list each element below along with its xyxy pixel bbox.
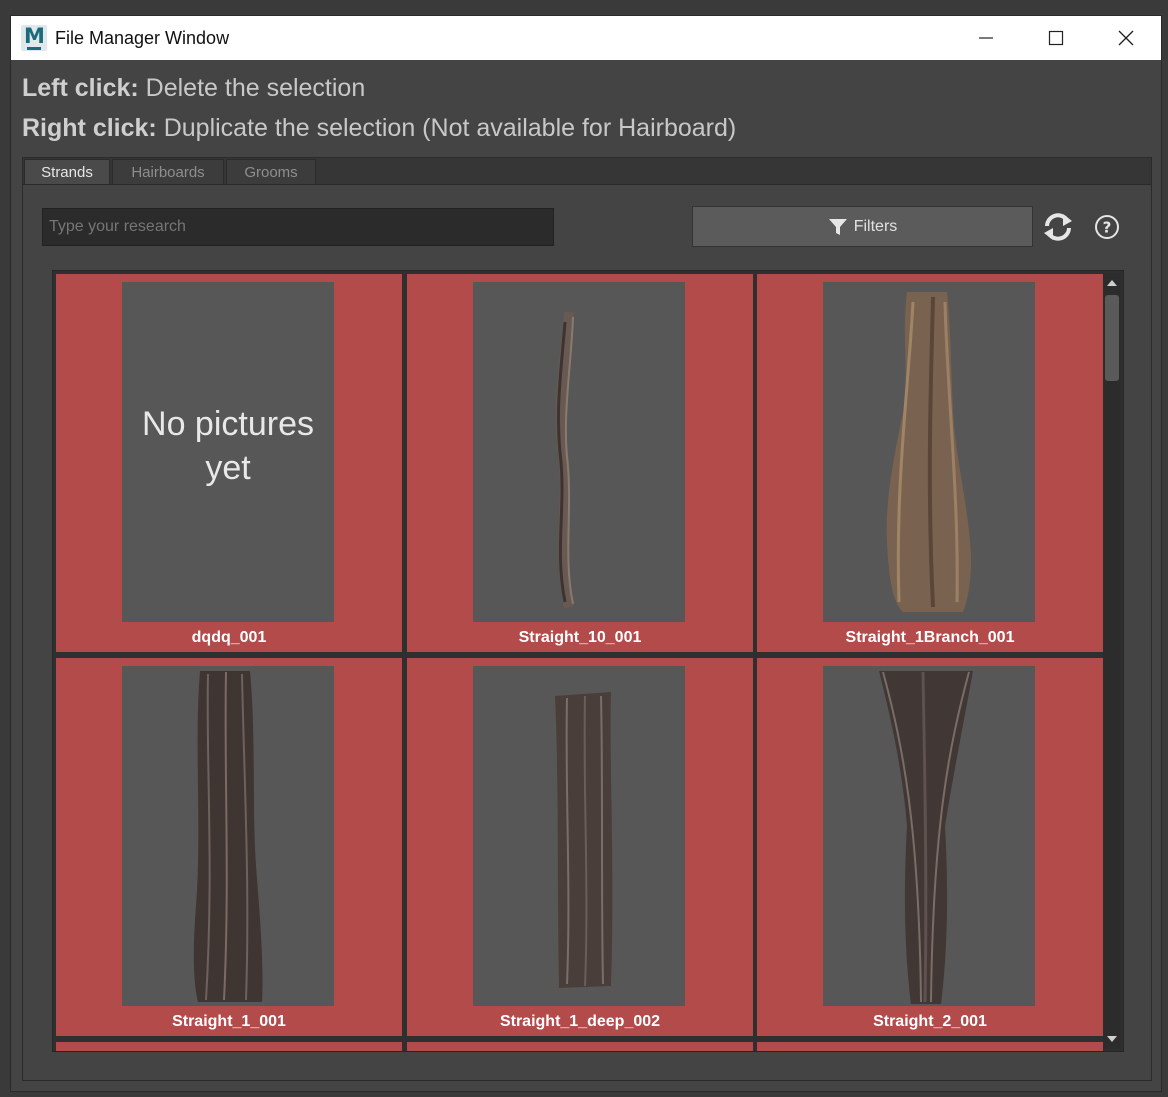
strand-grid: No pictures yet dqdq_001 Straight_10_001 [52, 270, 1124, 1052]
right-click-label: Right click: [22, 114, 157, 142]
strand-card-straight-1[interactable]: Straight_1_001 [56, 658, 402, 1036]
title-bar[interactable]: M File Manager Window [11, 16, 1161, 60]
right-click-text: Duplicate the selection (Not available f… [163, 114, 737, 142]
hair-strand-image [879, 671, 973, 1004]
funnel-icon [828, 218, 847, 235]
tab-bar: Strands Hairboards Grooms [23, 158, 1151, 185]
tab-widget: Strands Hairboards Grooms Filters ? [22, 157, 1152, 1081]
strand-thumbnail [823, 666, 1035, 1006]
card-label: dqdq_001 [191, 629, 267, 646]
thumbnail-placeholder: No pictures yet [122, 282, 334, 622]
refresh-button[interactable] [1041, 210, 1075, 244]
svg-text:?: ? [1103, 219, 1112, 237]
left-click-text: Delete the selection [145, 74, 366, 102]
hair-strand-image [193, 671, 263, 1002]
strand-thumbnail [122, 666, 334, 1006]
help-button[interactable]: ? [1094, 214, 1120, 240]
help-icon: ? [1095, 215, 1119, 239]
close-button[interactable] [1091, 16, 1161, 60]
strand-card-partial[interactable] [56, 1042, 402, 1051]
right-click-hint: Right click: Duplicate the selection (No… [22, 114, 736, 143]
tab-grooms[interactable]: Grooms [226, 159, 316, 184]
strand-card-straight-2[interactable]: Straight_2_001 [757, 658, 1103, 1036]
scroll-up-icon[interactable] [1103, 276, 1121, 290]
tab-hairboards[interactable]: Hairboards [112, 159, 224, 184]
scroll-down-icon[interactable] [1103, 1032, 1121, 1046]
filters-button[interactable]: Filters [692, 206, 1033, 247]
hair-strand-image [555, 692, 613, 988]
card-label: Straight_1Branch_001 [845, 629, 1015, 646]
card-label: Straight_2_001 [873, 1013, 987, 1030]
hair-strand-image [555, 311, 574, 609]
minimize-icon [979, 37, 993, 39]
card-label: Straight_10_001 [518, 629, 642, 646]
strand-thumbnail [473, 666, 685, 1006]
window-title: File Manager Window [55, 27, 230, 48]
strand-thumbnail [473, 282, 685, 622]
card-label: Straight_1_deep_002 [499, 1013, 661, 1030]
scrollbar-thumb[interactable] [1105, 295, 1119, 381]
tab-strands[interactable]: Strands [24, 159, 110, 184]
file-manager-window: M File Manager Window Left click: Delete… [10, 15, 1162, 1092]
strand-card-partial[interactable] [757, 1042, 1103, 1051]
filters-label: Filters [853, 217, 898, 235]
maya-app-icon: M [21, 24, 47, 51]
close-icon [1118, 30, 1134, 46]
strand-card-straight-1branch[interactable]: Straight_1Branch_001 [757, 274, 1103, 652]
refresh-icon [1044, 213, 1072, 241]
left-click-hint: Left click: Delete the selection [22, 74, 365, 103]
maximize-icon [1048, 30, 1064, 46]
strand-card-partial[interactable] [407, 1042, 753, 1051]
minimize-button[interactable] [951, 16, 1021, 60]
strand-card-straight-10[interactable]: Straight_10_001 [407, 274, 753, 652]
vertical-scrollbar[interactable] [1103, 273, 1121, 1049]
strand-thumbnail [823, 282, 1035, 622]
maximize-button[interactable] [1021, 16, 1091, 60]
strand-card-straight-1-deep[interactable]: Straight_1_deep_002 [407, 658, 753, 1036]
strand-card-dqdq[interactable]: No pictures yet dqdq_001 [56, 274, 402, 652]
left-click-label: Left click: [22, 74, 139, 102]
no-picture-text: No pictures yet [142, 405, 314, 487]
hair-strand-image [886, 292, 971, 612]
search-input[interactable] [42, 208, 554, 246]
card-label: Straight_1_001 [172, 1013, 286, 1030]
